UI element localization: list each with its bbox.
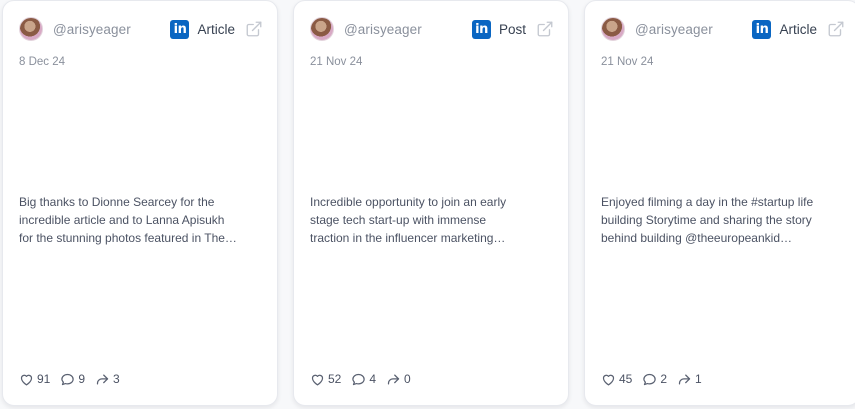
post-excerpt[interactable]: Incredible opportunity to join an early … — [310, 193, 554, 247]
post-date: 8 Dec 24 — [19, 56, 66, 68]
comment-icon — [643, 373, 657, 385]
post-excerpt[interactable]: Enjoyed filming a day in the #startup li… — [601, 193, 845, 247]
heart-icon — [20, 374, 33, 385]
shares-stat: 3 — [95, 372, 120, 387]
share-icon — [678, 374, 691, 384]
card-header: @arisyeager in Article — [601, 17, 845, 41]
linkedin-icon: in — [752, 19, 772, 39]
shares-stat: 1 — [677, 372, 702, 387]
share-icon — [387, 374, 400, 384]
author-handle[interactable]: @arisyeager — [635, 22, 713, 37]
post-card[interactable]: @arisyeager in Post 21 Nov 24 Incredible… — [293, 0, 569, 406]
post-excerpt-line: incredible article and to Lanna Apisukh — [19, 213, 225, 227]
likes-stat: 52 — [310, 372, 341, 387]
avatar[interactable] — [601, 17, 625, 41]
linkedin-icon: in — [170, 19, 190, 39]
likes-count: 91 — [37, 372, 51, 386]
comment-icon — [352, 373, 366, 385]
card-header: @arisyeager in Post — [310, 17, 554, 41]
shares-count: 1 — [695, 372, 702, 386]
heart-icon — [311, 374, 324, 385]
engagement-stats: 45 2 1 — [601, 370, 712, 388]
comments-count: 9 — [78, 372, 86, 386]
author-handle[interactable]: @arisyeager — [53, 22, 131, 37]
post-excerpt-line: building Storytime and sharing the story — [601, 213, 812, 227]
post-card[interactable]: @arisyeager in Article 8 Dec 24 Big than… — [2, 0, 278, 406]
card-header: @arisyeager in Article — [19, 17, 263, 41]
external-link-icon[interactable] — [245, 20, 263, 38]
engagement-stats: 91 9 3 — [19, 370, 130, 388]
comments-stat: 2 — [642, 372, 667, 387]
post-date: 21 Nov 24 — [310, 56, 363, 68]
post-excerpt-line: Incredible opportunity to join an early — [310, 195, 507, 209]
post-excerpt-line: stage tech start-up with immense — [310, 213, 487, 227]
avatar[interactable] — [310, 17, 334, 41]
engagement-stats: 52 4 0 — [310, 370, 421, 388]
linkedin-icon: in — [471, 19, 491, 39]
comment-icon — [61, 373, 75, 385]
likes-count: 45 — [619, 372, 633, 386]
post-excerpt-line: for the stunning photos featured in The… — [19, 231, 237, 245]
external-link-icon[interactable] — [536, 20, 554, 38]
post-type-label: Article — [779, 21, 817, 37]
post-excerpt-line: Big thanks to Dionne Searcey for the — [19, 195, 215, 209]
post-date: 21 Nov 24 — [601, 56, 654, 68]
post-type-label: Post — [498, 21, 526, 37]
post-card[interactable]: @arisyeager in Article 21 Nov 24 Enjoyed… — [584, 0, 855, 406]
post-excerpt-line: behind building @theeuropeankid… — [601, 231, 792, 245]
avatar[interactable] — [19, 17, 43, 41]
heart-icon — [602, 374, 615, 385]
post-grid: @arisyeager in Article 8 Dec 24 Big than… — [0, 0, 855, 409]
comments-count: 4 — [369, 372, 377, 386]
author-handle[interactable]: @arisyeager — [344, 22, 422, 37]
post-excerpt[interactable]: Big thanks to Dionne Searcey for the inc… — [19, 193, 263, 247]
share-icon — [96, 374, 109, 384]
post-type-label: Article — [197, 21, 235, 37]
comments-count: 2 — [660, 372, 668, 386]
comments-stat: 9 — [60, 372, 85, 387]
post-excerpt-line: Enjoyed filming a day in the #startup li… — [601, 195, 814, 209]
external-link-icon[interactable] — [827, 20, 845, 38]
shares-stat: 0 — [386, 372, 411, 387]
shares-count: 3 — [113, 372, 120, 386]
likes-count: 52 — [328, 372, 342, 386]
likes-stat: 91 — [19, 372, 50, 387]
likes-stat: 45 — [601, 372, 632, 387]
shares-count: 0 — [404, 372, 411, 386]
post-excerpt-line: traction in the influencer marketing… — [310, 231, 506, 245]
comments-stat: 4 — [351, 372, 376, 387]
